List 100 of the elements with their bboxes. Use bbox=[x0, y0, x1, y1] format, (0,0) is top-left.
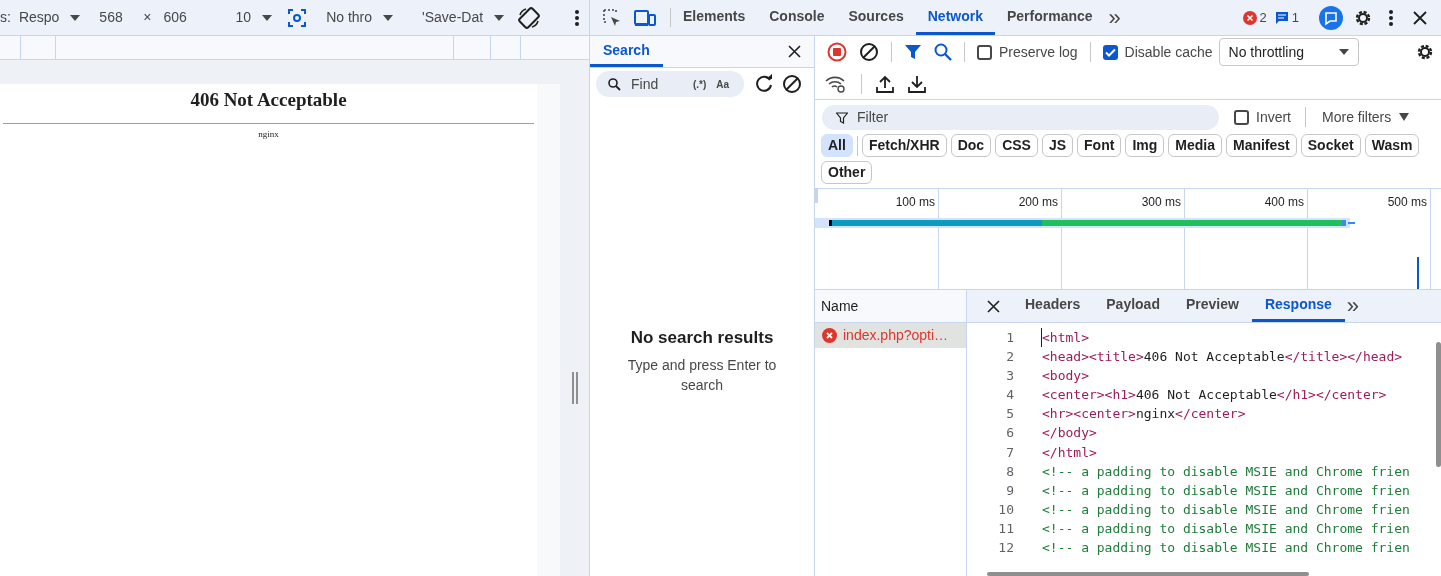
clear-icon[interactable] bbox=[859, 42, 879, 62]
tick-label: 200 ms bbox=[1018, 194, 1058, 211]
filter-chip[interactable]: Other bbox=[821, 161, 873, 184]
request-row[interactable]: index.php?opti… bbox=[815, 323, 966, 348]
error-icon bbox=[1242, 10, 1257, 25]
tick-label: 300 ms bbox=[1141, 194, 1181, 211]
line-number: 1 bbox=[1005, 329, 1014, 347]
checkbox[interactable] bbox=[977, 44, 992, 60]
line-number: 4 bbox=[1005, 386, 1014, 405]
scrollbar-thumb[interactable] bbox=[987, 572, 1309, 576]
caret-icon bbox=[261, 13, 274, 22]
record-icon[interactable] bbox=[827, 42, 847, 62]
dropdown[interactable]: 10 bbox=[235, 7, 274, 28]
filter-chip[interactable]: Wasm bbox=[1364, 134, 1420, 157]
message-counter[interactable]: 1 bbox=[1274, 0, 1299, 35]
message-icon bbox=[1274, 10, 1289, 25]
line-number: 5 bbox=[1005, 405, 1014, 424]
search-field[interactable]: Find (.*) Aa bbox=[596, 71, 744, 97]
close-icon[interactable] bbox=[1413, 10, 1427, 25]
range-handle[interactable] bbox=[815, 189, 818, 203]
code-line: <!-- a padding to disable MSIE and Chrome frien bbox=[1042, 519, 1410, 538]
device-toggle-icon[interactable] bbox=[634, 7, 656, 28]
checkbox-label: Invert bbox=[1256, 107, 1291, 127]
throttling-select[interactable]: No throttling bbox=[1218, 38, 1359, 66]
close-icon[interactable] bbox=[788, 45, 801, 58]
capture-icon[interactable] bbox=[287, 7, 308, 28]
filter-field[interactable]: Filter bbox=[822, 104, 1219, 130]
checkbox-label: Preserve log bbox=[999, 42, 1078, 62]
panel-tab[interactable]: Sources bbox=[836, 0, 916, 35]
toolbar-label: s: bbox=[0, 8, 11, 27]
refresh-icon[interactable] bbox=[754, 74, 774, 94]
filter-chip[interactable]: All bbox=[821, 134, 853, 157]
height-field[interactable]: 606 bbox=[163, 7, 204, 28]
code-line: <head><title>406 Not Acceptable</title></head> bbox=[1042, 348, 1403, 367]
checkbox[interactable] bbox=[1102, 44, 1118, 60]
rotate-icon[interactable] bbox=[517, 5, 542, 30]
settings-icon[interactable] bbox=[1415, 42, 1435, 62]
dropdown[interactable]: No thro bbox=[326, 7, 395, 28]
panel-tab[interactable]: Elements bbox=[671, 0, 758, 35]
clear-icon[interactable] bbox=[782, 74, 802, 94]
assistant-icon[interactable] bbox=[1319, 5, 1343, 30]
code-line: <!-- a padding to disable MSIE and Chrome frien bbox=[1042, 462, 1410, 481]
panel-tab[interactable]: Performance bbox=[994, 0, 1105, 35]
filter-chip[interactable]: JS bbox=[1041, 134, 1074, 157]
empty-state-title: No search results bbox=[630, 327, 774, 349]
more-icon[interactable] bbox=[1389, 9, 1393, 26]
filter-chip[interactable]: Socket bbox=[1300, 134, 1361, 157]
more-filters-button[interactable]: More filters bbox=[1322, 106, 1410, 128]
regex-toggle[interactable]: (.*) bbox=[693, 76, 707, 92]
dropdown[interactable]: Respo bbox=[18, 7, 82, 28]
caret-icon bbox=[1399, 113, 1410, 121]
width-field[interactable]: 568 bbox=[99, 7, 140, 28]
detail-tab[interactable]: Preview bbox=[1172, 290, 1252, 322]
dropdown[interactable]: 'Save-Dat bbox=[422, 7, 506, 28]
line-number: 6 bbox=[1005, 424, 1014, 443]
line-number: 9 bbox=[1005, 481, 1014, 500]
filter-chip[interactable]: CSS bbox=[995, 134, 1038, 157]
search-icon[interactable] bbox=[934, 43, 952, 61]
caret-icon bbox=[493, 13, 506, 22]
filter-chip[interactable]: Media bbox=[1168, 134, 1222, 157]
line-number: 3 bbox=[1005, 367, 1014, 386]
close-icon[interactable] bbox=[987, 299, 1000, 313]
times-sign: × bbox=[143, 8, 152, 27]
filter-chip[interactable]: Font bbox=[1077, 134, 1122, 157]
network-conditions-icon[interactable] bbox=[825, 74, 847, 93]
code-line: </html> bbox=[1042, 443, 1097, 462]
download-icon[interactable] bbox=[908, 74, 926, 93]
line-number: 11 bbox=[997, 519, 1014, 538]
line-number: 10 bbox=[997, 500, 1014, 519]
detail-tab[interactable]: Headers bbox=[1012, 290, 1094, 322]
load-marker bbox=[1417, 257, 1419, 289]
code-line: <!-- a padding to disable MSIE and Chrome frien bbox=[1042, 539, 1410, 558]
error-counter[interactable]: 2 bbox=[1242, 0, 1267, 35]
code-line: <body> bbox=[1042, 367, 1089, 386]
caret-icon bbox=[382, 13, 395, 22]
caret-icon bbox=[1338, 49, 1349, 55]
more-tabs-button[interactable]: » bbox=[1104, 0, 1125, 35]
filter-chip[interactable]: Doc bbox=[950, 134, 992, 157]
filter-chip[interactable]: Manifest bbox=[1225, 134, 1297, 157]
detail-tab[interactable]: Response bbox=[1251, 290, 1345, 322]
column-header: Name bbox=[815, 290, 966, 323]
filter-chip[interactable]: Img bbox=[1125, 134, 1165, 157]
page-footer: nginx bbox=[258, 128, 279, 142]
panel-tab[interactable]: Network bbox=[915, 0, 995, 35]
upload-icon[interactable] bbox=[876, 74, 894, 93]
more-tabs-button[interactable]: » bbox=[1344, 290, 1362, 322]
code-line: <html> bbox=[1041, 328, 1089, 348]
search-icon bbox=[608, 77, 621, 91]
checkbox[interactable] bbox=[1234, 109, 1249, 125]
more-icon[interactable] bbox=[575, 9, 580, 26]
code-line: <!-- a padding to disable MSIE and Chrome frien bbox=[1042, 500, 1410, 519]
detail-tab[interactable]: Payload bbox=[1093, 290, 1173, 322]
scrollbar-thumb[interactable] bbox=[1436, 342, 1441, 467]
case-toggle[interactable]: Aa bbox=[716, 76, 730, 92]
inspect-icon[interactable] bbox=[602, 7, 622, 28]
filter-icon[interactable] bbox=[904, 43, 922, 61]
line-number: 12 bbox=[997, 539, 1014, 558]
panel-tab[interactable]: Console bbox=[757, 0, 837, 35]
filter-chip[interactable]: Fetch/XHR bbox=[861, 134, 947, 157]
resize-handle[interactable] bbox=[571, 372, 578, 404]
